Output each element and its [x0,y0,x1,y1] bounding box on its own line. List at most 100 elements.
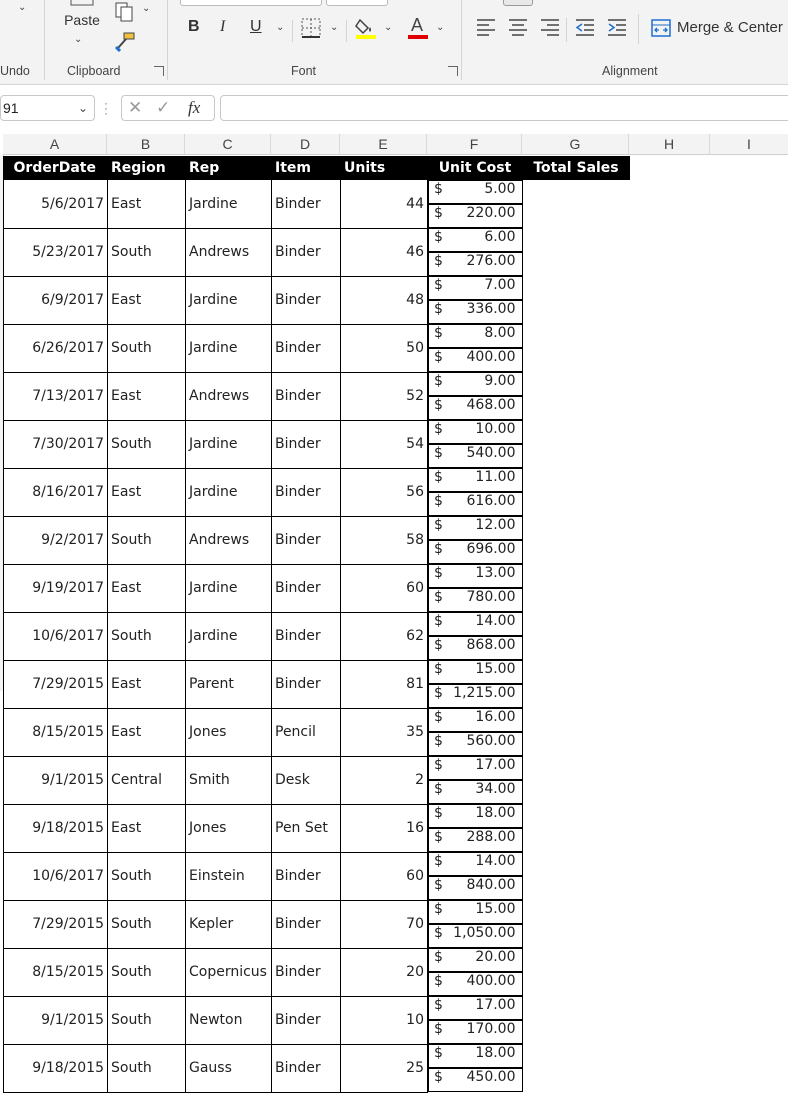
clipboard-launcher-icon[interactable] [154,66,164,76]
cell-region[interactable]: Central [107,755,186,805]
cell-total-sales[interactable]: $468.00 [428,396,523,420]
cell-region[interactable]: East [107,275,186,325]
cell-orderdate[interactable]: 9/18/2015 [3,803,108,853]
cell-region[interactable]: East [107,563,186,613]
name-box-dropdown-icon[interactable]: ⌄ [78,96,88,120]
cell-total-sales[interactable]: $616.00 [428,492,523,516]
cell-total-sales[interactable]: $696.00 [428,540,523,564]
cell-orderdate[interactable]: 9/19/2017 [3,563,108,613]
cell-unit-cost[interactable]: $12.00 [428,516,523,540]
cell-orderdate[interactable]: 9/2/2017 [3,515,108,565]
font-size-box[interactable] [326,0,388,6]
cell-region[interactable]: South [107,419,186,469]
cell-orderdate[interactable]: 10/6/2017 [3,851,108,901]
header-units[interactable]: Units [340,156,428,180]
cell-unit-cost[interactable]: $17.00 [428,756,523,780]
merge-center-icon[interactable] [651,18,671,38]
font-name-box[interactable] [180,0,322,6]
font-color-dropdown-icon[interactable]: ⌄ [436,22,444,33]
cell-orderdate[interactable]: 7/29/2015 [3,899,108,949]
cell-rep[interactable]: Jardine [185,467,272,517]
cell-region[interactable]: East [107,467,186,517]
cell-unit-cost[interactable]: $8.00 [428,324,523,348]
cell-orderdate[interactable]: 8/15/2015 [3,947,108,997]
decrease-indent-icon[interactable] [575,18,595,36]
cell-total-sales[interactable]: $780.00 [428,588,523,612]
cell-units[interactable]: 81 [340,659,428,709]
cell-orderdate[interactable]: 6/26/2017 [3,323,108,373]
cell-units[interactable]: 70 [340,899,428,949]
cell-total-sales[interactable]: $1,215.00 [428,684,523,708]
cell-item[interactable]: Binder [271,275,341,325]
cell-region[interactable]: South [107,947,186,997]
cell-units[interactable]: 58 [340,515,428,565]
column-header-e[interactable]: E [340,134,427,155]
cell-units[interactable]: 50 [340,323,428,373]
cell-total-sales[interactable]: $560.00 [428,732,523,756]
cell-unit-cost[interactable]: $5.00 [428,180,523,204]
cell-unit-cost[interactable]: $13.00 [428,564,523,588]
cell-units[interactable]: 60 [340,563,428,613]
column-header-a[interactable]: A [3,134,107,155]
underline-button[interactable]: U [250,18,262,36]
cell-units[interactable]: 54 [340,419,428,469]
cell-unit-cost[interactable]: $15.00 [428,900,523,924]
cell-region[interactable]: East [107,803,186,853]
bold-button[interactable]: B [188,18,200,36]
cell-unit-cost[interactable]: $10.00 [428,420,523,444]
cell-item[interactable]: Binder [271,515,341,565]
cell-unit-cost[interactable]: $7.00 [428,276,523,300]
cell-units[interactable]: 10 [340,995,428,1045]
cell-rep[interactable]: Kepler [185,899,272,949]
cell-rep[interactable]: Jardine [185,179,272,229]
cell-orderdate[interactable]: 5/23/2017 [3,227,108,277]
cell-rep[interactable]: Jones [185,707,272,757]
cell-orderdate[interactable]: 5/6/2017 [3,179,108,229]
cell-units[interactable]: 48 [340,275,428,325]
underline-dropdown-icon[interactable]: ⌄ [276,22,284,33]
cell-rep[interactable]: Copernicus [185,947,272,997]
header-orderdate[interactable]: OrderDate [3,156,108,180]
cell-units[interactable]: 25 [340,1043,428,1093]
cell-item[interactable]: Binder [271,371,341,421]
cell-orderdate[interactable]: 7/29/2015 [3,659,108,709]
cell-units[interactable]: 56 [340,467,428,517]
enter-icon[interactable]: ✓ [156,98,170,118]
cell-unit-cost[interactable]: $14.00 [428,852,523,876]
copy-dropdown-icon[interactable]: ⌄ [142,3,150,14]
cell-region[interactable]: South [107,515,186,565]
merge-center-button[interactable]: Merge & Center [677,19,783,36]
cell-orderdate[interactable]: 9/1/2015 [3,755,108,805]
cell-item[interactable]: Binder [271,611,341,661]
font-color-icon[interactable]: A [406,14,430,40]
cell-orderdate[interactable]: 9/1/2015 [3,995,108,1045]
cell-unit-cost[interactable]: $17.00 [428,996,523,1020]
header-rep[interactable]: Rep [185,156,272,180]
cell-unit-cost[interactable]: $15.00 [428,660,523,684]
cell-unit-cost[interactable]: $18.00 [428,1044,523,1068]
cell-orderdate[interactable]: 6/9/2017 [3,275,108,325]
cell-total-sales[interactable]: $220.00 [428,204,523,228]
cell-units[interactable]: 20 [340,947,428,997]
cell-unit-cost[interactable]: $14.00 [428,612,523,636]
borders-dropdown-icon[interactable]: ⌄ [330,22,338,33]
format-painter-icon[interactable] [114,32,136,52]
cell-orderdate[interactable]: 7/13/2017 [3,371,108,421]
cell-rep[interactable]: Andrews [185,227,272,277]
cell-units[interactable]: 44 [340,179,428,229]
copy-icon[interactable] [114,2,134,22]
cell-item[interactable]: Binder [271,227,341,277]
cell-units[interactable]: 2 [340,755,428,805]
increase-indent-icon[interactable] [607,18,627,36]
cell-rep[interactable]: Andrews [185,515,272,565]
align-left-icon[interactable] [476,18,496,36]
cell-rep[interactable]: Jardine [185,611,272,661]
cell-item[interactable]: Binder [271,995,341,1045]
column-header-g[interactable]: G [522,134,629,155]
cell-rep[interactable]: Andrews [185,371,272,421]
cell-item[interactable]: Desk [271,755,341,805]
cell-orderdate[interactable]: 8/16/2017 [3,467,108,517]
cell-unit-cost[interactable]: $16.00 [428,708,523,732]
cell-rep[interactable]: Gauss [185,1043,272,1093]
cell-total-sales[interactable]: $450.00 [428,1068,523,1092]
